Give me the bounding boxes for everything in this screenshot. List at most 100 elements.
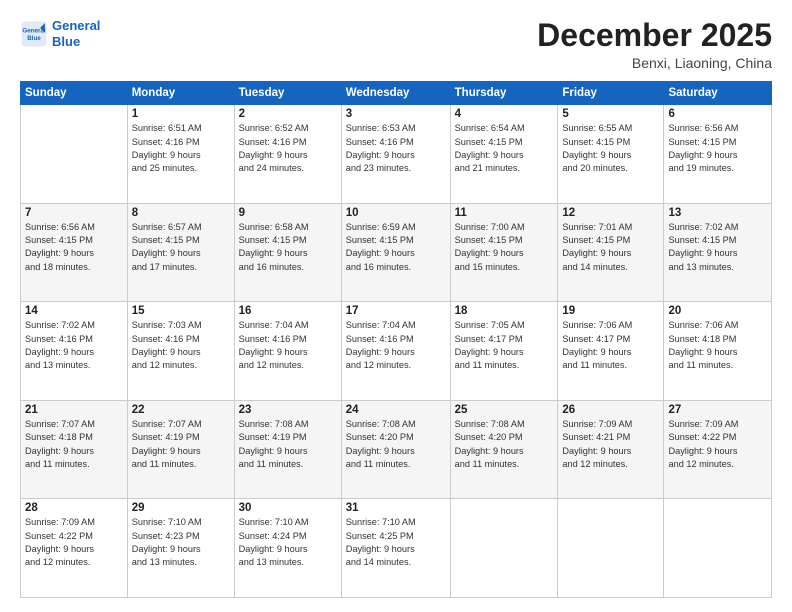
page: General Blue General Blue December 2025 …: [0, 0, 792, 612]
table-row: 5 Sunrise: 6:55 AMSunset: 4:15 PMDaylight…: [558, 105, 664, 204]
col-sunday: Sunday: [21, 82, 128, 105]
table-row: [450, 499, 558, 598]
day-info: Sunrise: 7:10 AMSunset: 4:24 PMDaylight:…: [239, 516, 337, 569]
calendar-week-2: 7Sunrise: 6:56 AMSunset: 4:15 PMDaylight…: [21, 203, 772, 302]
logo-line1: General: [52, 18, 100, 33]
table-row: 4Sunrise: 6:54 AMSunset: 4:15 PMDaylight…: [450, 105, 558, 204]
table-row: 24 Sunrise: 7:08 AMSunset: 4:20 PMDayligh…: [341, 400, 450, 499]
day-number: 15: [132, 305, 230, 317]
table-row: 1 Sunrise: 6:51 AMSunset: 4:16 PMDaylight…: [127, 105, 234, 204]
day-info: Sunrise: 7:09 AMSunset: 4:21 PMDaylight:…: [562, 418, 659, 471]
table-row: [558, 499, 664, 598]
table-row: 19Sunrise: 7:06 AMSunset: 4:17 PMDayligh…: [558, 302, 664, 401]
col-friday: Friday: [558, 82, 664, 105]
col-wednesday: Wednesday: [341, 82, 450, 105]
day-number: 31: [346, 502, 446, 514]
calendar-week-5: 28Sunrise: 7:09 AMSunset: 4:22 PMDayligh…: [21, 499, 772, 598]
day-number: 28: [25, 502, 123, 514]
day-number: 24: [346, 404, 446, 416]
table-row: 26Sunrise: 7:09 AMSunset: 4:21 PMDayligh…: [558, 400, 664, 499]
table-row: 30Sunrise: 7:10 AMSunset: 4:24 PMDayligh…: [234, 499, 341, 598]
day-info: Sunrise: 7:09 AMSunset: 4:22 PMDaylight:…: [668, 418, 767, 471]
table-row: 17Sunrise: 7:04 AMSunset: 4:16 PMDayligh…: [341, 302, 450, 401]
table-row: 27 Sunrise: 7:09 AMSunset: 4:22 PMDayligh…: [664, 400, 772, 499]
title-block: December 2025 Benxi, Liaoning, China: [537, 18, 772, 71]
day-info: Sunrise: 7:04 AMSunset: 4:16 PMDaylight:…: [346, 319, 446, 372]
day-info: Sunrise: 7:03 AMSunset: 4:16 PMDaylight:…: [132, 319, 230, 372]
day-number: 20: [668, 305, 767, 317]
day-number: 11: [455, 207, 554, 219]
table-row: 15 Sunrise: 7:03 AMSunset: 4:16 PMDayligh…: [127, 302, 234, 401]
table-row: 28Sunrise: 7:09 AMSunset: 4:22 PMDayligh…: [21, 499, 128, 598]
day-info: Sunrise: 7:08 AMSunset: 4:19 PMDaylight:…: [239, 418, 337, 471]
day-info: Sunrise: 7:08 AMSunset: 4:20 PMDaylight:…: [455, 418, 554, 471]
calendar-week-4: 21 Sunrise: 7:07 AMSunset: 4:18 PMDayligh…: [21, 400, 772, 499]
table-row: 29Sunrise: 7:10 AMSunset: 4:23 PMDayligh…: [127, 499, 234, 598]
table-row: 9 Sunrise: 6:58 AMSunset: 4:15 PMDaylight…: [234, 203, 341, 302]
day-number: 10: [346, 207, 446, 219]
day-number: 18: [455, 305, 554, 317]
day-info: Sunrise: 7:05 AMSunset: 4:17 PMDaylight:…: [455, 319, 554, 372]
day-number: 27: [668, 404, 767, 416]
table-row: 23 Sunrise: 7:08 AMSunset: 4:19 PMDayligh…: [234, 400, 341, 499]
calendar: Sunday Monday Tuesday Wednesday Thursday…: [20, 81, 772, 598]
month-title: December 2025: [537, 18, 772, 53]
day-number: 12: [562, 207, 659, 219]
table-row: 13Sunrise: 7:02 AMSunset: 4:15 PMDayligh…: [664, 203, 772, 302]
day-number: 9: [239, 207, 337, 219]
day-info: Sunrise: 7:07 AMSunset: 4:19 PMDaylight:…: [132, 418, 230, 471]
table-row: 16 Sunrise: 7:04 AMSunset: 4:16 PMDayligh…: [234, 302, 341, 401]
day-number: 16: [239, 305, 337, 317]
table-row: [664, 499, 772, 598]
day-info: Sunrise: 6:57 AMSunset: 4:15 PMDaylight:…: [132, 221, 230, 274]
table-row: 7Sunrise: 6:56 AMSunset: 4:15 PMDaylight…: [21, 203, 128, 302]
logo-line2: Blue: [52, 34, 80, 49]
col-thursday: Thursday: [450, 82, 558, 105]
day-number: 5: [562, 108, 659, 120]
table-row: 25 Sunrise: 7:08 AMSunset: 4:20 PMDayligh…: [450, 400, 558, 499]
calendar-header-row: Sunday Monday Tuesday Wednesday Thursday…: [21, 82, 772, 105]
calendar-week-1: 1 Sunrise: 6:51 AMSunset: 4:16 PMDaylight…: [21, 105, 772, 204]
day-info: Sunrise: 6:52 AMSunset: 4:16 PMDaylight:…: [239, 122, 337, 175]
col-tuesday: Tuesday: [234, 82, 341, 105]
day-info: Sunrise: 7:04 AMSunset: 4:16 PMDaylight:…: [239, 319, 337, 372]
day-info: Sunrise: 7:08 AMSunset: 4:20 PMDaylight:…: [346, 418, 446, 471]
table-row: 3Sunrise: 6:53 AMSunset: 4:16 PMDaylight…: [341, 105, 450, 204]
table-row: 31Sunrise: 7:10 AMSunset: 4:25 PMDayligh…: [341, 499, 450, 598]
day-info: Sunrise: 6:51 AMSunset: 4:16 PMDaylight:…: [132, 122, 230, 175]
day-number: 21: [25, 404, 123, 416]
day-number: 13: [668, 207, 767, 219]
day-number: 3: [346, 108, 446, 120]
day-info: Sunrise: 7:01 AMSunset: 4:15 PMDaylight:…: [562, 221, 659, 274]
table-row: [21, 105, 128, 204]
table-row: 2 Sunrise: 6:52 AMSunset: 4:16 PMDaylight…: [234, 105, 341, 204]
day-info: Sunrise: 6:55 AMSunset: 4:15 PMDaylight:…: [562, 122, 659, 175]
day-info: Sunrise: 7:07 AMSunset: 4:18 PMDaylight:…: [25, 418, 123, 471]
day-number: 19: [562, 305, 659, 317]
day-number: 23: [239, 404, 337, 416]
day-info: Sunrise: 6:58 AMSunset: 4:15 PMDaylight:…: [239, 221, 337, 274]
header: General Blue General Blue December 2025 …: [20, 18, 772, 71]
day-number: 2: [239, 108, 337, 120]
table-row: 11Sunrise: 7:00 AMSunset: 4:15 PMDayligh…: [450, 203, 558, 302]
table-row: 14 Sunrise: 7:02 AMSunset: 4:16 PMDayligh…: [21, 302, 128, 401]
day-info: Sunrise: 7:06 AMSunset: 4:18 PMDaylight:…: [668, 319, 767, 372]
table-row: 20 Sunrise: 7:06 AMSunset: 4:18 PMDayligh…: [664, 302, 772, 401]
logo-text: General Blue: [52, 18, 100, 49]
col-saturday: Saturday: [664, 82, 772, 105]
table-row: 12 Sunrise: 7:01 AMSunset: 4:15 PMDayligh…: [558, 203, 664, 302]
day-info: Sunrise: 7:10 AMSunset: 4:23 PMDaylight:…: [132, 516, 230, 569]
day-number: 14: [25, 305, 123, 317]
day-number: 1: [132, 108, 230, 120]
day-info: Sunrise: 7:02 AMSunset: 4:16 PMDaylight:…: [25, 319, 123, 372]
day-info: Sunrise: 6:54 AMSunset: 4:15 PMDaylight:…: [455, 122, 554, 175]
day-info: Sunrise: 6:56 AMSunset: 4:15 PMDaylight:…: [668, 122, 767, 175]
day-info: Sunrise: 6:56 AMSunset: 4:15 PMDaylight:…: [25, 221, 123, 274]
table-row: 21 Sunrise: 7:07 AMSunset: 4:18 PMDayligh…: [21, 400, 128, 499]
day-number: 25: [455, 404, 554, 416]
svg-text:Blue: Blue: [27, 35, 41, 42]
table-row: 18 Sunrise: 7:05 AMSunset: 4:17 PMDayligh…: [450, 302, 558, 401]
table-row: 6Sunrise: 6:56 AMSunset: 4:15 PMDaylight…: [664, 105, 772, 204]
table-row: 8Sunrise: 6:57 AMSunset: 4:15 PMDaylight…: [127, 203, 234, 302]
logo-icon: General Blue: [20, 20, 48, 48]
